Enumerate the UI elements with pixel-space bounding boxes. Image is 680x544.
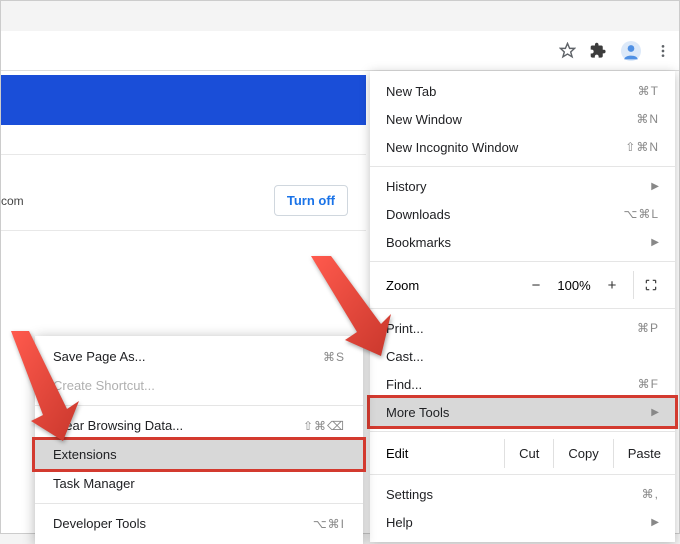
menu-label: Print... xyxy=(386,321,424,336)
paste-button[interactable]: Paste xyxy=(613,439,675,468)
menu-label: Clear Browsing Data... xyxy=(53,418,183,433)
menu-shortcut: ⌥⌘I xyxy=(313,517,345,531)
fullscreen-icon[interactable] xyxy=(633,271,667,299)
copy-button[interactable]: Copy xyxy=(553,439,612,468)
menu-label: Bookmarks xyxy=(386,235,451,250)
menu-label: Task Manager xyxy=(53,476,135,491)
menu-cast[interactable]: Cast... xyxy=(370,342,675,370)
menu-shortcut: ⌘F xyxy=(638,377,659,391)
menu-zoom: Zoom − 100% + xyxy=(370,267,675,303)
page-header-bar xyxy=(1,75,366,125)
zoom-out-button[interactable]: − xyxy=(521,272,551,298)
submenu-task-manager[interactable]: Task Manager xyxy=(35,469,363,498)
menu-bookmarks[interactable]: Bookmarks ▶ xyxy=(370,228,675,256)
menu-find[interactable]: Find... ⌘F xyxy=(370,370,675,398)
menu-shortcut: ⌥⌘L xyxy=(623,207,659,221)
browser-toolbar xyxy=(1,31,679,71)
menu-label: Extensions xyxy=(53,447,117,462)
submenu-create-shortcut: Create Shortcut... xyxy=(35,371,363,400)
page-subheader xyxy=(1,125,366,155)
menu-help[interactable]: Help ▶ xyxy=(370,508,675,536)
cut-button[interactable]: Cut xyxy=(504,439,553,468)
chevron-right-icon: ▶ xyxy=(651,237,659,248)
menu-label: Developer Tools xyxy=(53,516,146,531)
menu-print[interactable]: Print... ⌘P xyxy=(370,314,675,342)
menu-new-incognito[interactable]: New Incognito Window ⇧⌘N xyxy=(370,133,675,161)
more-tools-submenu: Save Page As... ⌘S Create Shortcut... Cl… xyxy=(35,336,363,544)
menu-more-tools[interactable]: More Tools ▶ xyxy=(370,398,675,426)
menu-label: Downloads xyxy=(386,207,450,222)
kebab-menu-icon[interactable] xyxy=(655,43,671,59)
menu-label: New Tab xyxy=(386,84,436,99)
chevron-right-icon: ▶ xyxy=(651,407,659,418)
menu-separator xyxy=(370,431,675,432)
menu-shortcut: ⇧⌘N xyxy=(625,140,659,154)
menu-new-window[interactable]: New Window ⌘N xyxy=(370,105,675,133)
profile-avatar-icon[interactable] xyxy=(621,41,641,61)
zoom-in-button[interactable]: + xyxy=(597,272,627,298)
menu-separator xyxy=(35,405,363,406)
menu-shortcut: ⇧⌘⌫ xyxy=(303,419,345,433)
menu-label: New Window xyxy=(386,112,462,127)
zoom-percent: 100% xyxy=(551,278,597,293)
menu-label: Settings xyxy=(386,487,433,502)
submenu-extensions[interactable]: Extensions xyxy=(35,440,363,469)
menu-label: Help xyxy=(386,515,413,530)
submenu-save-page-as[interactable]: Save Page As... ⌘S xyxy=(35,342,363,371)
menu-separator xyxy=(370,474,675,475)
menu-separator xyxy=(35,503,363,504)
turn-off-button[interactable]: Turn off xyxy=(274,185,348,216)
chrome-menu: New Tab ⌘T New Window ⌘N New Incognito W… xyxy=(370,71,675,542)
edit-label: Edit xyxy=(386,446,504,461)
menu-shortcut: ⌘P xyxy=(637,321,659,335)
menu-label: More Tools xyxy=(386,405,449,420)
menu-edit-row: Edit Cut Copy Paste xyxy=(370,437,675,469)
menu-shortcut: ⌘T xyxy=(638,84,659,98)
star-icon[interactable] xyxy=(559,42,576,59)
menu-label: Create Shortcut... xyxy=(53,378,155,393)
menu-separator xyxy=(370,166,675,167)
menu-label: Save Page As... xyxy=(53,349,146,364)
menu-shortcut: ⌘N xyxy=(636,112,659,126)
menu-label: New Incognito Window xyxy=(386,140,518,155)
submenu-clear-browsing-data[interactable]: Clear Browsing Data... ⇧⌘⌫ xyxy=(35,411,363,440)
menu-label: Cast... xyxy=(386,349,424,364)
row-text: com xyxy=(1,194,24,208)
menu-settings[interactable]: Settings ⌘, xyxy=(370,480,675,508)
menu-shortcut: ⌘S xyxy=(323,350,345,364)
chevron-right-icon: ▶ xyxy=(651,517,659,528)
menu-separator xyxy=(370,261,675,262)
chevron-right-icon: ▶ xyxy=(651,181,659,192)
zoom-label: Zoom xyxy=(386,278,521,293)
menu-label: Find... xyxy=(386,377,422,392)
content-row: com Turn off xyxy=(1,171,366,231)
zoom-controls: − 100% + xyxy=(521,271,667,299)
menu-history[interactable]: History ▶ xyxy=(370,172,675,200)
menu-shortcut: ⌘, xyxy=(642,487,659,501)
menu-separator xyxy=(370,308,675,309)
extensions-icon[interactable] xyxy=(590,42,607,59)
menu-label: History xyxy=(386,179,426,194)
menu-new-tab[interactable]: New Tab ⌘T xyxy=(370,77,675,105)
menu-downloads[interactable]: Downloads ⌥⌘L xyxy=(370,200,675,228)
